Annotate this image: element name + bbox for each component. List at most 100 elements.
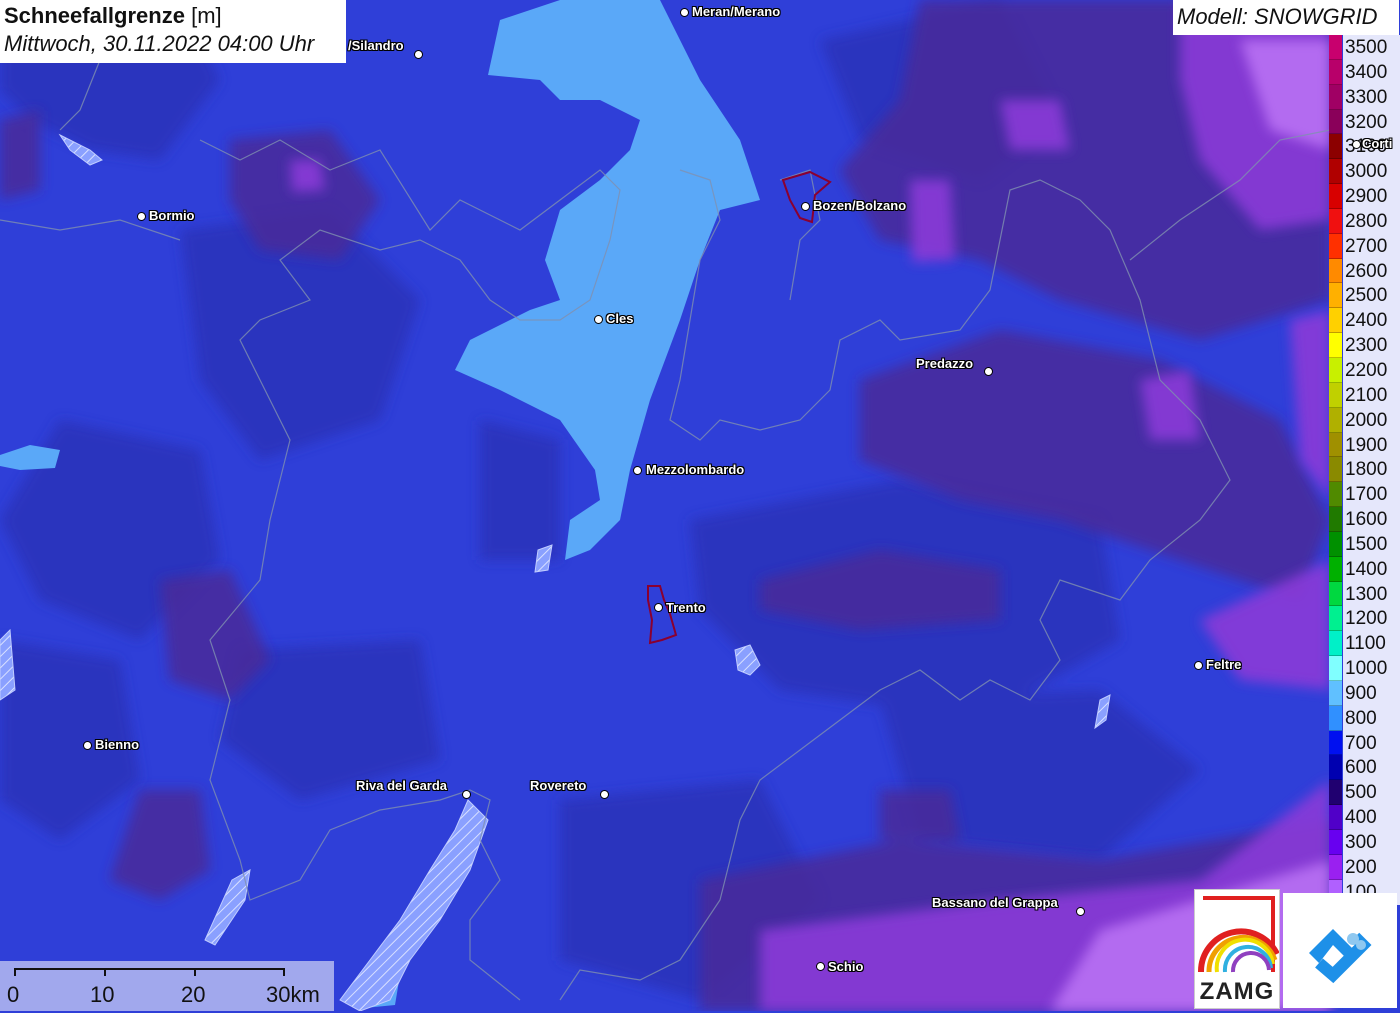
- legend-swatch: [1329, 581, 1342, 607]
- legend-swatch: [1329, 357, 1342, 383]
- legend-label: 500: [1343, 780, 1400, 806]
- legend-label: 600: [1343, 755, 1400, 781]
- legend-label: 800: [1343, 705, 1400, 731]
- legend-label: 1400: [1343, 556, 1400, 582]
- city-marker-bassano: [1076, 907, 1085, 916]
- city-label-corti[interactable]: Corti: [1362, 137, 1392, 151]
- scale-tick-0: [14, 968, 16, 976]
- scale-bar: 0 10 20 30km: [0, 961, 334, 1011]
- scale-label-30km: 30km: [266, 982, 320, 1007]
- zamg-logo[interactable]: ZAMG: [1194, 889, 1280, 1009]
- city-marker-corti: [1352, 140, 1361, 149]
- city-label-bormio[interactable]: Bormio: [149, 209, 195, 223]
- legend-swatch: [1329, 457, 1342, 483]
- legend-swatch: [1329, 159, 1342, 185]
- city-label-mezzolombardo[interactable]: Mezzolombardo: [646, 463, 744, 477]
- scale-tick-10: [104, 968, 106, 976]
- title-panel: Schneefallgrenze [m] Mittwoch, 30.11.202…: [0, 0, 346, 63]
- legend-row: 2600: [1329, 258, 1400, 284]
- legend-swatch: [1329, 208, 1342, 234]
- legend-label: 2200: [1343, 357, 1400, 383]
- legend-swatch: [1329, 35, 1342, 60]
- legend-row: 2700: [1329, 233, 1400, 259]
- map-title-text: Schneefallgrenze: [4, 3, 185, 28]
- legend-label: 1000: [1343, 656, 1400, 681]
- legend-label: 1900: [1343, 432, 1400, 458]
- legend-label: 2700: [1343, 233, 1400, 259]
- legend-row: 3200: [1329, 109, 1400, 135]
- legend-row: 2500: [1329, 283, 1400, 309]
- legend-row: 900: [1329, 680, 1400, 706]
- legend-swatch: [1329, 854, 1342, 880]
- city-marker-bienno: [83, 741, 92, 750]
- legend-swatch: [1329, 407, 1342, 433]
- legend-label: 3400: [1343, 59, 1400, 85]
- legend-row: 1800: [1329, 457, 1400, 483]
- legend-row: 600: [1329, 755, 1400, 781]
- legend-label: 1500: [1343, 531, 1400, 557]
- legend-swatch: [1329, 507, 1342, 532]
- forecast-datetime: Mittwoch, 30.11.2022 04:00 Uhr: [4, 31, 315, 56]
- city-marker-predazzo: [984, 367, 993, 376]
- legend-swatch: [1329, 308, 1342, 334]
- legend-row: 1700: [1329, 482, 1400, 508]
- legend-swatch: [1329, 531, 1342, 557]
- legend-swatch: [1329, 805, 1342, 830]
- legend-row: 300: [1329, 830, 1400, 855]
- legend-swatch: [1329, 705, 1342, 731]
- legend-row: 1500: [1329, 531, 1400, 557]
- legend-label: 1300: [1343, 581, 1400, 607]
- map-title-unit: [m]: [191, 3, 222, 28]
- legend-row: 2800: [1329, 208, 1400, 234]
- legend-swatch: [1329, 656, 1342, 681]
- city-label-cles[interactable]: Cles: [606, 312, 633, 326]
- scale-label-10: 10: [90, 982, 115, 1007]
- scale-label-0: 0: [7, 982, 20, 1007]
- legend-label: 700: [1343, 730, 1400, 756]
- legend-label: 1600: [1343, 507, 1400, 532]
- zamg-rainbow-icon: [1197, 896, 1279, 973]
- scale-label-20: 20: [181, 982, 206, 1007]
- legend-label: 3300: [1343, 84, 1400, 110]
- legend-row: 3000: [1329, 159, 1400, 185]
- legend-label: 2600: [1343, 258, 1400, 284]
- legend-row: 2200: [1329, 357, 1400, 383]
- legend-row: 3500: [1329, 35, 1400, 60]
- city-label-rovereto[interactable]: Rovereto: [530, 779, 586, 793]
- model-label: Modell: SNOWGRID: [1173, 0, 1399, 35]
- legend-swatch: [1329, 109, 1342, 135]
- scale-line: [14, 968, 284, 970]
- legend-row: 400: [1329, 805, 1400, 830]
- legend-label: 3000: [1343, 159, 1400, 185]
- legend-swatch: [1329, 233, 1342, 259]
- city-label-silandro[interactable]: /Silandro: [348, 39, 404, 53]
- legend-row: 800: [1329, 705, 1400, 731]
- city-label-feltre[interactable]: Feltre: [1206, 658, 1241, 672]
- legend-swatch: [1329, 258, 1342, 284]
- legend-swatch: [1329, 606, 1342, 632]
- legend-row: 200: [1329, 854, 1400, 880]
- city-label-meran[interactable]: Meran/Merano: [692, 5, 780, 19]
- snowfall-limit-map[interactable]: [0, 0, 1400, 1011]
- city-label-schio[interactable]: Schio: [828, 960, 863, 974]
- city-label-bienno[interactable]: Bienno: [95, 738, 139, 752]
- color-legend: 3500 3400 3300 3200 3100 3000 2900 2800 2700 2600…: [1329, 35, 1400, 905]
- city-label-trento[interactable]: Trento: [666, 601, 706, 615]
- scale-tick-30: [283, 968, 285, 976]
- city-label-predazzo[interactable]: Predazzo: [916, 357, 973, 371]
- legend-swatch: [1329, 382, 1342, 408]
- legend-row: 1100: [1329, 631, 1400, 657]
- city-marker-riva: [462, 790, 471, 799]
- legend-label: 2400: [1343, 308, 1400, 334]
- legend-label: 1100: [1343, 631, 1400, 657]
- legend-swatch: [1329, 830, 1342, 855]
- legend-label: 2300: [1343, 333, 1400, 358]
- snowgrid-mountain-icon: [1309, 929, 1372, 984]
- legend-label: 3200: [1343, 109, 1400, 135]
- city-label-bozen[interactable]: Bozen/Bolzano: [813, 199, 906, 213]
- city-label-bassano[interactable]: Bassano del Grappa: [932, 896, 1058, 910]
- city-label-riva[interactable]: Riva del Garda: [356, 779, 447, 793]
- snowgrid-logo[interactable]: [1283, 893, 1397, 1008]
- legend-label: 200: [1343, 854, 1400, 880]
- legend-swatch: [1329, 556, 1342, 582]
